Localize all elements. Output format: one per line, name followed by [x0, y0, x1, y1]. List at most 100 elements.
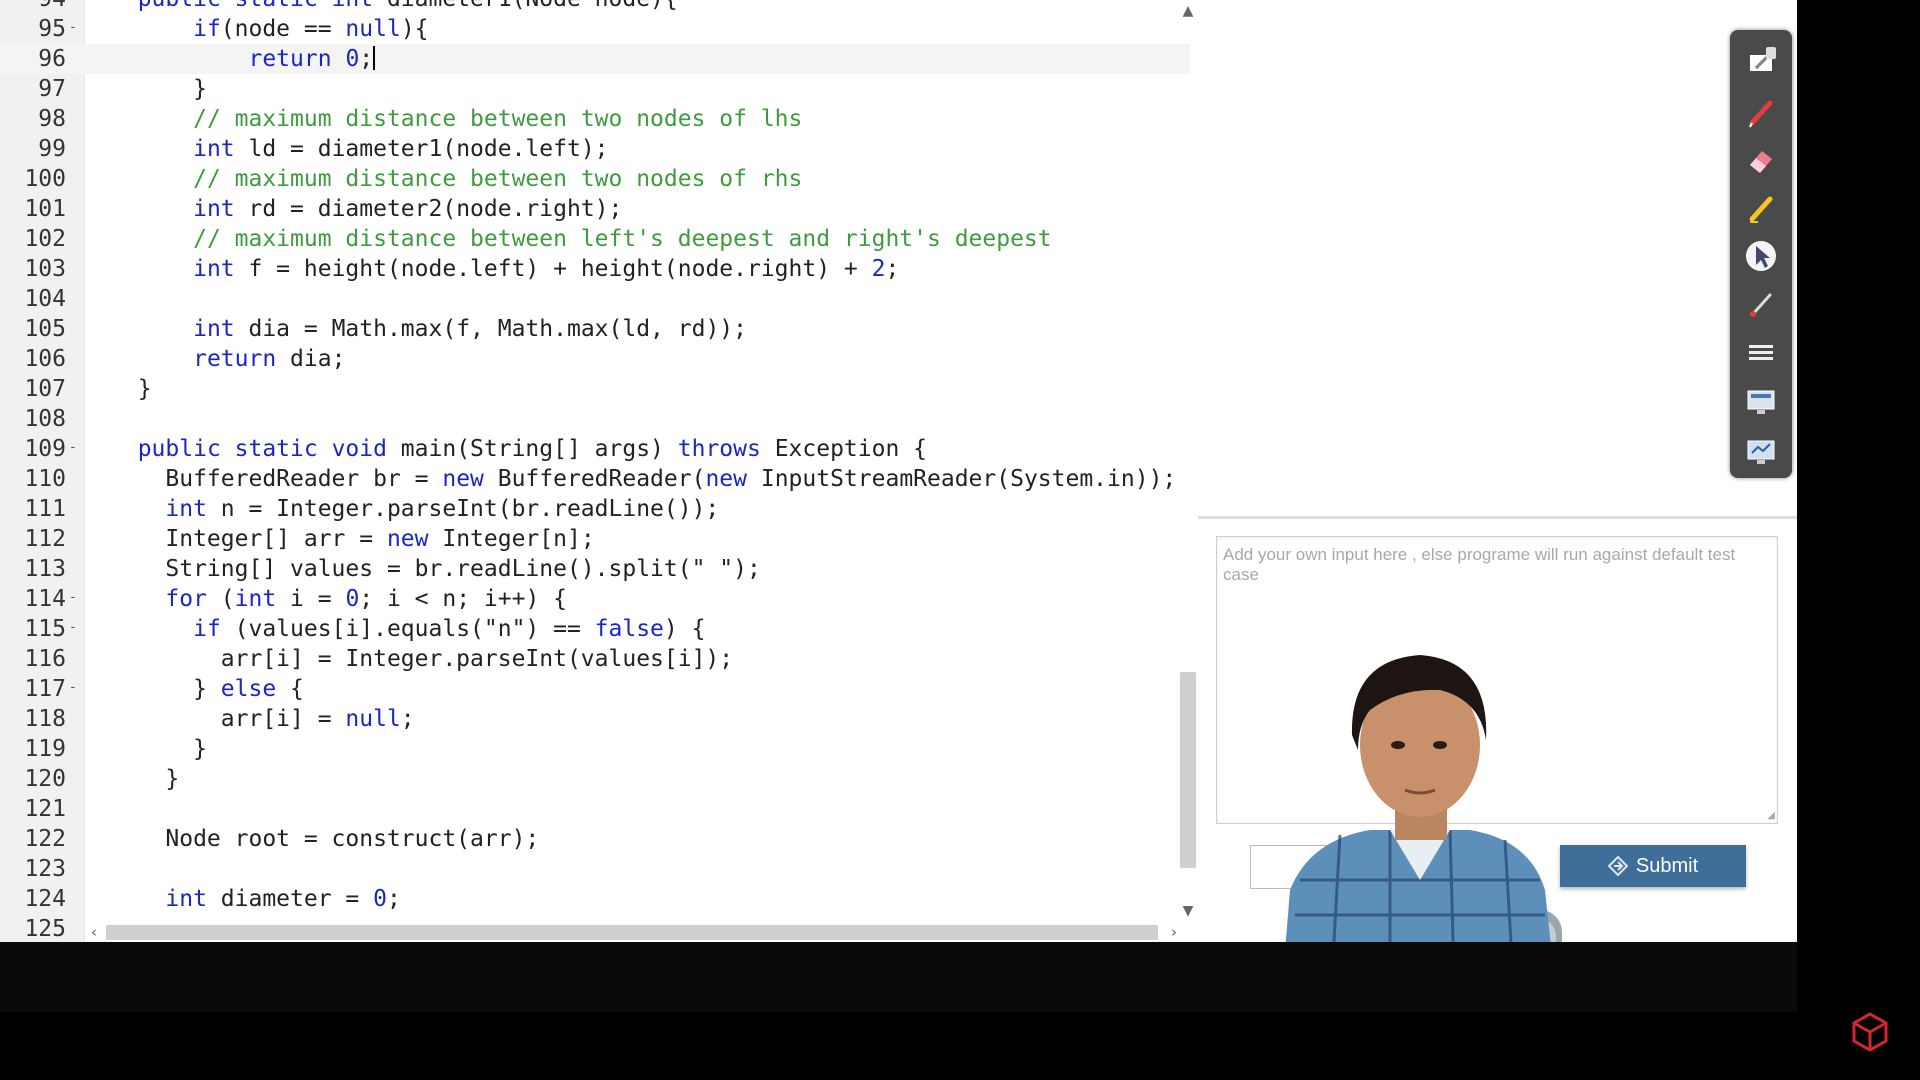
code-text[interactable]: int rd = diameter2(node.right);	[110, 194, 622, 224]
code-line[interactable]: 109- public static void main(String[] ar…	[0, 434, 1190, 464]
code-text[interactable]: int n = Integer.parseInt(br.readLine());	[110, 494, 719, 524]
channel-logo-icon	[1852, 1012, 1888, 1052]
line-number: 112	[24, 526, 66, 552]
code-text[interactable]: arr[i] = null;	[110, 704, 415, 734]
line-number: 120	[24, 766, 66, 792]
line-number: 121	[24, 796, 66, 822]
code-line[interactable]: 105 int dia = Math.max(f, Math.max(ld, r…	[0, 314, 1190, 344]
code-line[interactable]: 96 return 0;	[0, 44, 1190, 74]
code-line[interactable]: 113 String[] values = br.readLine().spli…	[0, 554, 1190, 584]
code-line[interactable]: 118 arr[i] = null;	[0, 704, 1190, 734]
line-number: 102	[24, 226, 66, 252]
code-text[interactable]: String[] values = br.readLine().split(" …	[110, 554, 760, 584]
code-text[interactable]: int ld = diameter1(node.left);	[110, 134, 608, 164]
code-line[interactable]: 120 }	[0, 764, 1190, 794]
fold-toggle-icon[interactable]: -	[69, 613, 77, 643]
code-text[interactable]: // maximum distance between two nodes of…	[110, 164, 802, 194]
scroll-down-icon[interactable]: ▼	[1177, 900, 1199, 922]
code-text[interactable]: } else {	[110, 674, 304, 704]
code-text[interactable]: Node root = construct(arr);	[110, 824, 539, 854]
code-line[interactable]: 97 }	[0, 74, 1190, 104]
code-line[interactable]: 103 int f = height(node.left) + height(n…	[0, 254, 1190, 284]
code-line[interactable]: 98 // maximum distance between two nodes…	[0, 104, 1190, 134]
code-line[interactable]: 102 // maximum distance between left's d…	[0, 224, 1190, 254]
code-line[interactable]: 108	[0, 404, 1190, 434]
code-line[interactable]: 106 return dia;	[0, 344, 1190, 374]
code-line[interactable]: 122 Node root = construct(arr);	[0, 824, 1190, 854]
code-text[interactable]: // maximum distance between left's deepe…	[110, 224, 1052, 254]
code-text[interactable]: }	[110, 74, 207, 104]
submit-label: Submit	[1635, 854, 1699, 877]
fold-toggle-icon[interactable]: -	[69, 673, 77, 703]
horizontal-scroll-thumb[interactable]	[106, 925, 1158, 940]
highlighter-icon[interactable]	[1738, 188, 1784, 228]
code-line[interactable]: 121	[0, 794, 1190, 824]
code-line[interactable]: 100 // maximum distance between two node…	[0, 164, 1190, 194]
fold-toggle-icon[interactable]: -	[69, 13, 77, 43]
code-text[interactable]: int f = height(node.left) + height(node.…	[110, 254, 899, 284]
screen-icon[interactable]	[1738, 382, 1784, 422]
code-text[interactable]: return 0;	[110, 44, 376, 74]
code-line[interactable]: 124 int diameter = 0;	[0, 884, 1190, 914]
red-pen-icon[interactable]	[1738, 92, 1784, 132]
code-line[interactable]: 116 arr[i] = Integer.parseInt(values[i])…	[0, 644, 1190, 674]
code-text[interactable]: int diameter = 0;	[110, 884, 400, 914]
line-number: 119	[24, 736, 66, 762]
fold-toggle-icon[interactable]: -	[69, 433, 77, 463]
line-number: 111	[24, 496, 66, 522]
code-line[interactable]: 110 BufferedReader br = new BufferedRead…	[0, 464, 1190, 494]
code-line[interactable]: 111 int n = Integer.parseInt(br.readLine…	[0, 494, 1190, 524]
scroll-right-icon[interactable]: ›	[1164, 921, 1184, 942]
code-text[interactable]: public static void main(String[] args) t…	[110, 434, 927, 464]
code-line[interactable]: 101 int rd = diameter2(node.right);	[0, 194, 1190, 224]
code-text[interactable]: for (int i = 0; i < n; i++) {	[110, 584, 567, 614]
line-number: 114	[24, 586, 66, 612]
code-line[interactable]: 114- for (int i = 0; i < n; i++) {	[0, 584, 1190, 614]
code-lines[interactable]: 94- public static int diameter1(Node nod…	[0, 0, 1190, 942]
code-text[interactable]: if (values[i].equals("n") == false) {	[110, 614, 705, 644]
code-line[interactable]: 104	[0, 284, 1190, 314]
code-text[interactable]: arr[i] = Integer.parseInt(values[i]);	[110, 644, 733, 674]
resize-grip-icon[interactable]: ◢	[1767, 810, 1775, 821]
line-number: 125	[24, 916, 66, 942]
code-line[interactable]: 119 }	[0, 734, 1190, 764]
vertical-scrollbar[interactable]: ▲ ▼	[1177, 0, 1199, 930]
line-number: 96	[38, 46, 66, 72]
pointer-icon[interactable]	[1738, 236, 1784, 276]
code-line[interactable]: 99 int ld = diameter1(node.left);	[0, 134, 1190, 164]
eraser-icon[interactable]	[1738, 140, 1784, 180]
line-number: 108	[24, 406, 66, 432]
brush-icon[interactable]	[1738, 284, 1784, 324]
code-line[interactable]: 107 }	[0, 374, 1190, 404]
pen-edit-icon[interactable]	[1738, 42, 1784, 82]
code-line[interactable]: 117- } else {	[0, 674, 1190, 704]
code-text[interactable]: Integer[] arr = new Integer[n];	[110, 524, 594, 554]
code-text[interactable]: // maximum distance between two nodes of…	[110, 104, 802, 134]
fold-toggle-icon[interactable]: -	[69, 583, 77, 613]
horizontal-scrollbar[interactable]: ‹ ›	[84, 921, 1177, 942]
line-number: 104	[24, 286, 66, 312]
scroll-left-icon[interactable]: ‹	[84, 921, 104, 942]
code-line[interactable]: 95- if(node == null){	[0, 14, 1190, 44]
code-text[interactable]: }	[110, 374, 152, 404]
fold-toggle-icon[interactable]: -	[69, 0, 77, 13]
line-number: 123	[24, 856, 66, 882]
annotation-toolbar[interactable]	[1730, 30, 1792, 478]
code-text[interactable]: }	[110, 764, 179, 794]
code-text[interactable]: BufferedReader br = new BufferedReader(n…	[110, 464, 1176, 494]
code-text[interactable]: }	[110, 734, 207, 764]
line-number: 107	[24, 376, 66, 402]
code-editor[interactable]: 94- public static int diameter1(Node nod…	[0, 0, 1200, 942]
code-text[interactable]: if(node == null){	[110, 14, 428, 44]
code-text[interactable]: return dia;	[110, 344, 345, 374]
scroll-up-icon[interactable]: ▲	[1177, 0, 1199, 22]
code-line[interactable]: 94- public static int diameter1(Node nod…	[0, 0, 1190, 14]
code-text[interactable]: int dia = Math.max(f, Math.max(ld, rd));	[110, 314, 747, 344]
whiteboard-icon[interactable]	[1738, 432, 1784, 472]
code-line[interactable]: 123	[0, 854, 1190, 884]
code-line[interactable]: 112 Integer[] arr = new Integer[n];	[0, 524, 1190, 554]
code-text[interactable]: public static int diameter1(Node node){	[110, 0, 678, 14]
code-line[interactable]: 115- if (values[i].equals("n") == false)…	[0, 614, 1190, 644]
vertical-scroll-thumb[interactable]	[1180, 672, 1196, 868]
lines-icon[interactable]	[1738, 332, 1784, 372]
